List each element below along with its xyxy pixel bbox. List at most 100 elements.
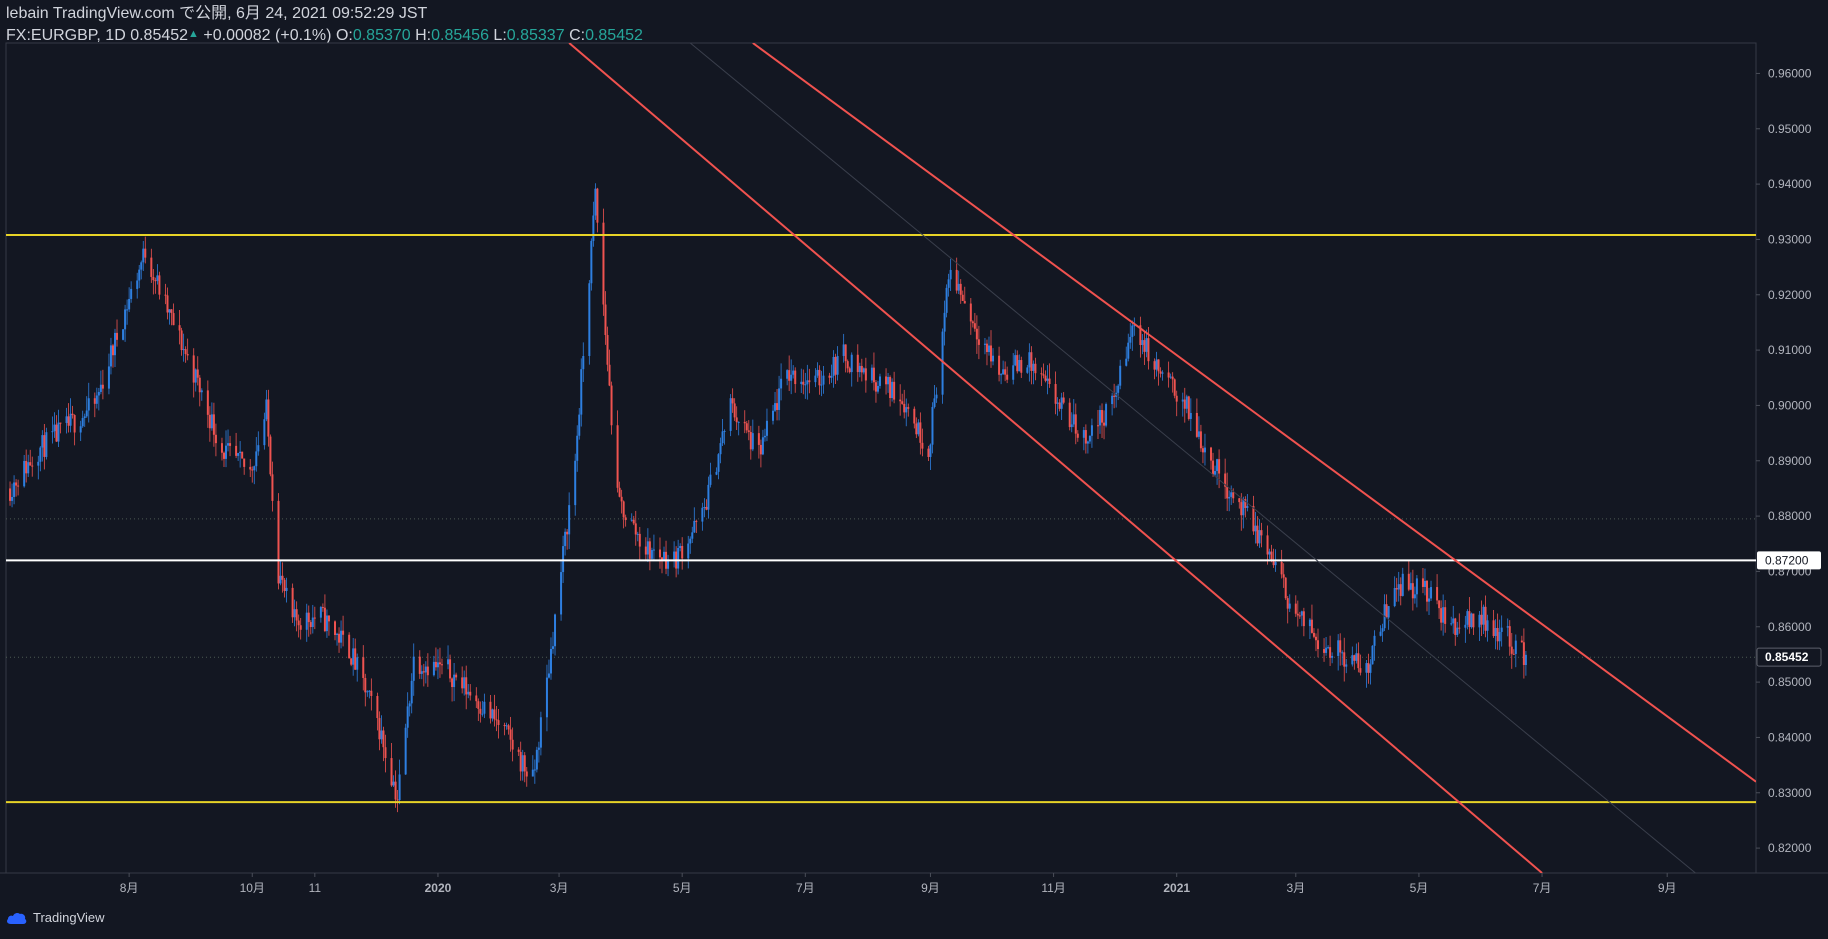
- candle-body: [124, 309, 127, 330]
- candle-body: [1086, 441, 1089, 444]
- candle-body: [285, 587, 288, 592]
- candle-body: [957, 283, 960, 291]
- candle-body: [622, 501, 625, 518]
- candle-body: [1268, 551, 1271, 555]
- candle-body: [759, 444, 762, 455]
- candle-body: [1238, 498, 1241, 503]
- candle-body: [808, 380, 811, 383]
- candle-body: [552, 646, 555, 649]
- candle-body: [735, 417, 738, 423]
- channel-lower-line: [568, 43, 1543, 873]
- candle-body: [507, 725, 510, 730]
- channel-middle-line: [689, 43, 1696, 873]
- candle-body: [1210, 447, 1213, 461]
- x-tick-label: 5月: [673, 881, 692, 895]
- candle-body: [658, 549, 661, 558]
- candle-body: [41, 435, 44, 448]
- candle-body: [1125, 358, 1128, 366]
- candle-body: [1325, 647, 1328, 653]
- candle-body: [126, 309, 129, 311]
- candle-body: [475, 695, 478, 702]
- candle-body: [1450, 623, 1453, 625]
- candle-body: [1046, 378, 1049, 381]
- candle-body: [1155, 359, 1158, 370]
- candle-body: [1105, 404, 1108, 426]
- candle-body: [610, 385, 613, 426]
- candle-body: [1002, 369, 1005, 375]
- candle-body: [144, 248, 147, 258]
- candle-body: [1494, 627, 1497, 636]
- candle-body: [382, 730, 385, 748]
- candle-body: [693, 520, 696, 533]
- candle-body: [483, 701, 486, 714]
- candle-body: [905, 407, 908, 413]
- candle-body: [1014, 355, 1017, 366]
- candle-body: [582, 355, 585, 370]
- x-tick-label: 11月: [1041, 881, 1065, 895]
- candle-body: [630, 519, 633, 521]
- candle-body: [1214, 470, 1217, 475]
- candle-body: [772, 410, 775, 421]
- candle-body: [638, 533, 641, 547]
- candle-body: [214, 434, 217, 444]
- candle-body: [959, 283, 962, 295]
- candle-body: [467, 691, 470, 695]
- candle-body: [13, 482, 16, 497]
- candle-body: [695, 520, 698, 522]
- candle-body: [23, 460, 26, 487]
- candle-body: [1302, 611, 1305, 627]
- candle-body: [392, 781, 395, 786]
- candle-body: [1466, 611, 1469, 625]
- candle-body: [973, 323, 976, 329]
- candle-body: [677, 547, 680, 569]
- price-chart[interactable]: 0.96000 0.95000 0.94000 0.93000 0.92000 0.910…: [0, 0, 1828, 939]
- tradingview-logo[interactable]: TradingView: [6, 910, 105, 925]
- candle-body: [398, 774, 401, 801]
- candle-body: [1498, 631, 1501, 642]
- candle-body: [426, 666, 429, 676]
- candle-body: [404, 727, 407, 775]
- candle-body: [731, 398, 734, 404]
- candle-body: [251, 469, 254, 471]
- x-tick-label: 9月: [921, 881, 940, 895]
- candle-body: [338, 633, 341, 643]
- candle-body: [376, 695, 379, 719]
- candle-body: [858, 365, 861, 373]
- candle-body: [1385, 604, 1388, 618]
- candle-body: [636, 533, 639, 535]
- candle-body: [998, 355, 1001, 375]
- candle-body: [1076, 433, 1079, 438]
- candle-body: [1339, 640, 1342, 653]
- candle-body: [806, 380, 809, 385]
- candle-body: [1157, 359, 1160, 372]
- candle-body: [1004, 369, 1007, 375]
- y-tick-label: 0.83000: [1768, 786, 1812, 800]
- candle-body: [267, 399, 270, 437]
- candle-body: [1337, 640, 1340, 656]
- candle-body: [1187, 396, 1190, 419]
- candle-body: [525, 771, 528, 777]
- candle-body: [279, 575, 282, 584]
- candle-body: [1341, 652, 1344, 654]
- candle-body: [1113, 395, 1116, 397]
- candle-body: [721, 431, 724, 444]
- candle-body: [1111, 395, 1114, 405]
- candle-body: [907, 407, 910, 409]
- candle-body: [1496, 627, 1499, 642]
- candle-body: [634, 523, 637, 535]
- candle-body: [1512, 653, 1515, 655]
- candle-body: [1280, 561, 1283, 575]
- candle-body: [606, 335, 609, 365]
- y-tick-label: 0.92000: [1768, 288, 1812, 302]
- candle-body: [1183, 399, 1186, 409]
- candle-body: [1393, 588, 1396, 607]
- x-tick-label: 2020: [425, 881, 452, 895]
- candle-body: [364, 677, 367, 693]
- candle-body: [566, 531, 569, 535]
- candle-body: [422, 671, 425, 673]
- candle-body: [1343, 652, 1346, 667]
- candle-body: [37, 461, 40, 466]
- candle-body: [243, 458, 246, 467]
- candle-body: [321, 607, 324, 609]
- candle-body: [305, 612, 308, 630]
